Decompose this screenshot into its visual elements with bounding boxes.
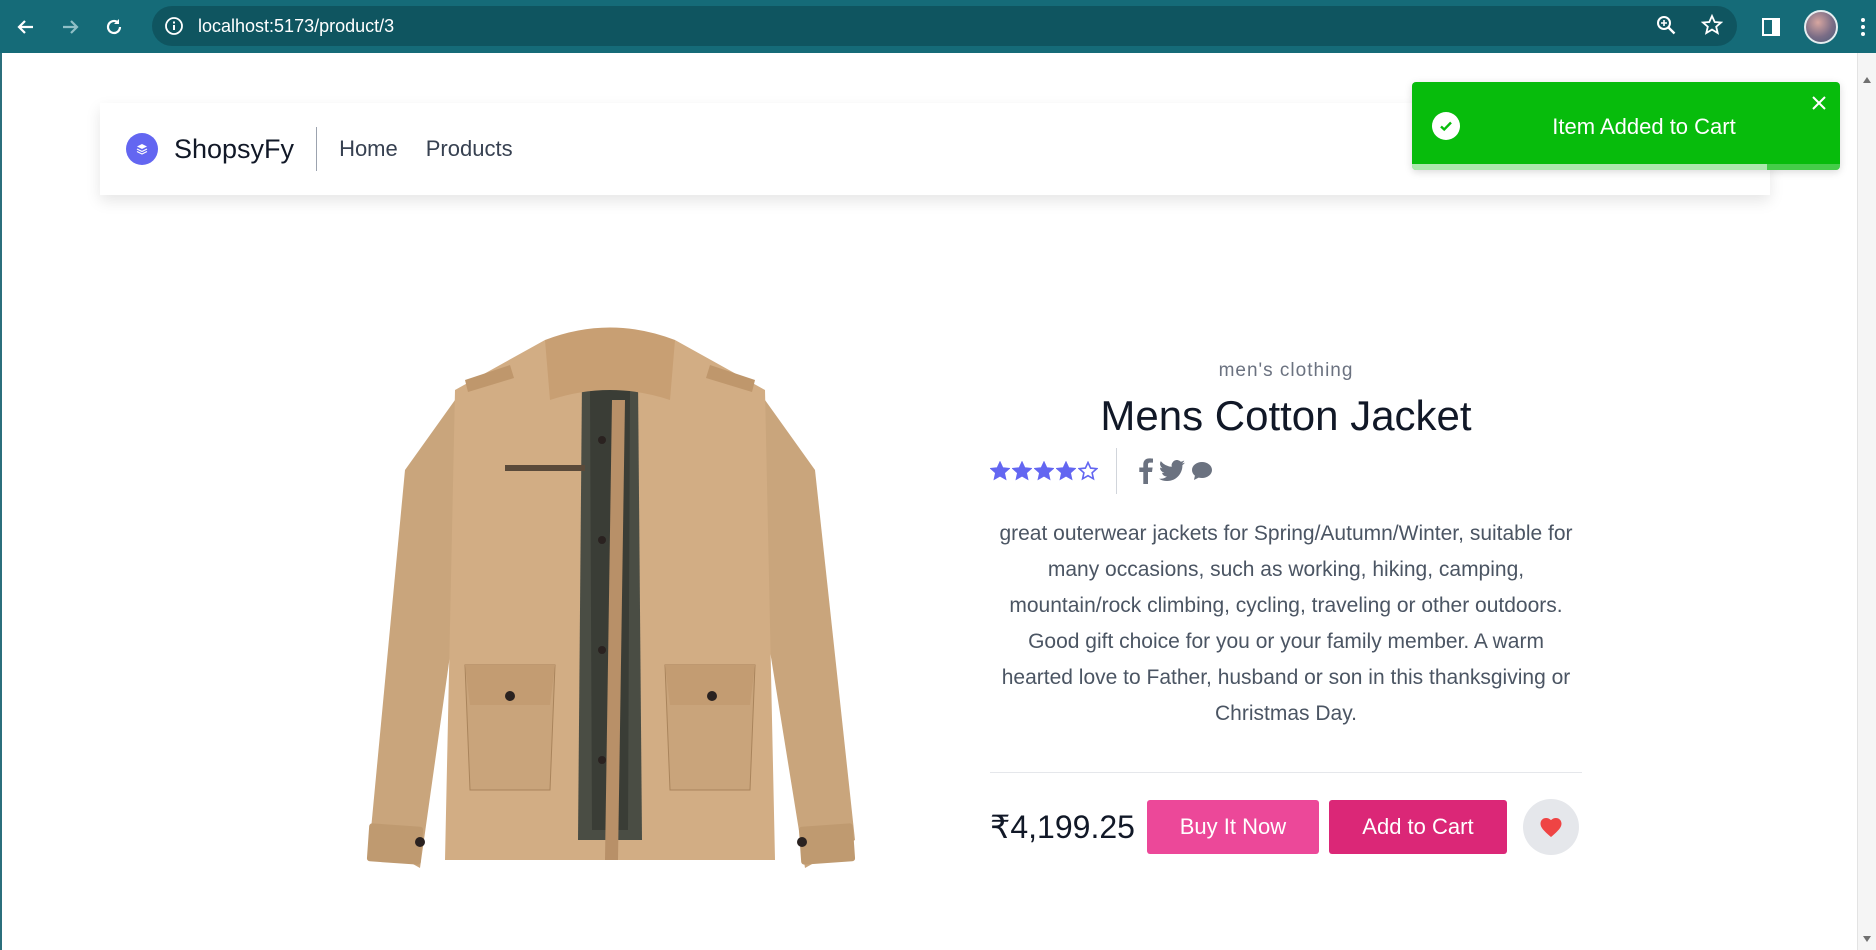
purchase-row: ₹4,199.25 Buy It Now Add to Cart bbox=[990, 799, 1582, 855]
site-info-icon[interactable] bbox=[164, 16, 184, 36]
twitter-icon[interactable] bbox=[1159, 460, 1185, 482]
forward-arrow-icon bbox=[63, 19, 79, 34]
brand-name[interactable]: ShopsyFy bbox=[174, 134, 294, 165]
add-to-cart-button[interactable]: Add to Cart bbox=[1328, 800, 1507, 854]
toast-notification[interactable]: Item Added to Cart bbox=[1412, 82, 1840, 170]
url-text[interactable]: localhost:5173/product/3 bbox=[198, 16, 394, 37]
reload-button[interactable] bbox=[94, 7, 134, 47]
window-edge bbox=[0, 53, 2, 950]
star-filled-icon bbox=[990, 461, 1010, 481]
product-meta-row bbox=[990, 448, 1582, 494]
product-price: ₹4,199.25 bbox=[990, 809, 1135, 845]
meta-divider bbox=[1116, 448, 1117, 494]
toast-message: Item Added to Cart bbox=[1552, 114, 1736, 139]
address-bar[interactable]: localhost:5173/product/3 bbox=[152, 6, 1737, 46]
star-filled-icon bbox=[1056, 461, 1076, 481]
wishlist-button[interactable] bbox=[1522, 799, 1579, 855]
forward-button[interactable] bbox=[50, 7, 90, 47]
scroll-up-arrow-icon[interactable] bbox=[1863, 77, 1871, 83]
close-icon[interactable] bbox=[1810, 94, 1828, 112]
zoom-icon[interactable] bbox=[1655, 14, 1677, 36]
product-category: men's clothing bbox=[1218, 360, 1354, 381]
product-image bbox=[360, 320, 860, 880]
social-links bbox=[1139, 458, 1213, 484]
toast-progress-bar bbox=[1412, 164, 1768, 170]
product-description: great outerwear jackets for Spring/Autum… bbox=[999, 522, 1573, 725]
product-title: Mens Cotton Jacket bbox=[1100, 392, 1472, 439]
chat-icon[interactable] bbox=[1191, 460, 1213, 482]
navbar-divider bbox=[316, 127, 318, 171]
star-empty-icon bbox=[1078, 461, 1098, 481]
profile-avatar[interactable] bbox=[1804, 10, 1838, 44]
scroll-down-arrow-icon[interactable] bbox=[1863, 936, 1871, 942]
reload-icon bbox=[106, 18, 122, 34]
page-scrollbar[interactable] bbox=[1857, 53, 1876, 950]
nav-link-home[interactable]: Home bbox=[339, 136, 398, 162]
star-filled-icon bbox=[1034, 461, 1054, 481]
product-details: men's clothing Mens Cotton Jacket great … bbox=[990, 360, 1582, 855]
bookmark-star-icon[interactable] bbox=[1701, 14, 1723, 36]
back-arrow-icon bbox=[17, 19, 33, 34]
section-divider bbox=[990, 772, 1582, 773]
layers-icon bbox=[136, 144, 148, 155]
rating-stars bbox=[990, 461, 1098, 481]
back-button[interactable] bbox=[6, 7, 46, 47]
browser-menu-icon[interactable] bbox=[1860, 16, 1866, 38]
heart-icon bbox=[1540, 818, 1562, 837]
star-filled-icon bbox=[1012, 461, 1032, 481]
facebook-icon[interactable] bbox=[1139, 458, 1153, 484]
buy-now-button[interactable]: Buy It Now bbox=[1146, 800, 1319, 854]
nav-link-products[interactable]: Products bbox=[426, 136, 513, 162]
side-panel-icon[interactable] bbox=[1760, 16, 1782, 38]
browser-toolbar: localhost:5173/product/3 bbox=[0, 0, 1876, 53]
logo-icon[interactable] bbox=[126, 133, 158, 165]
